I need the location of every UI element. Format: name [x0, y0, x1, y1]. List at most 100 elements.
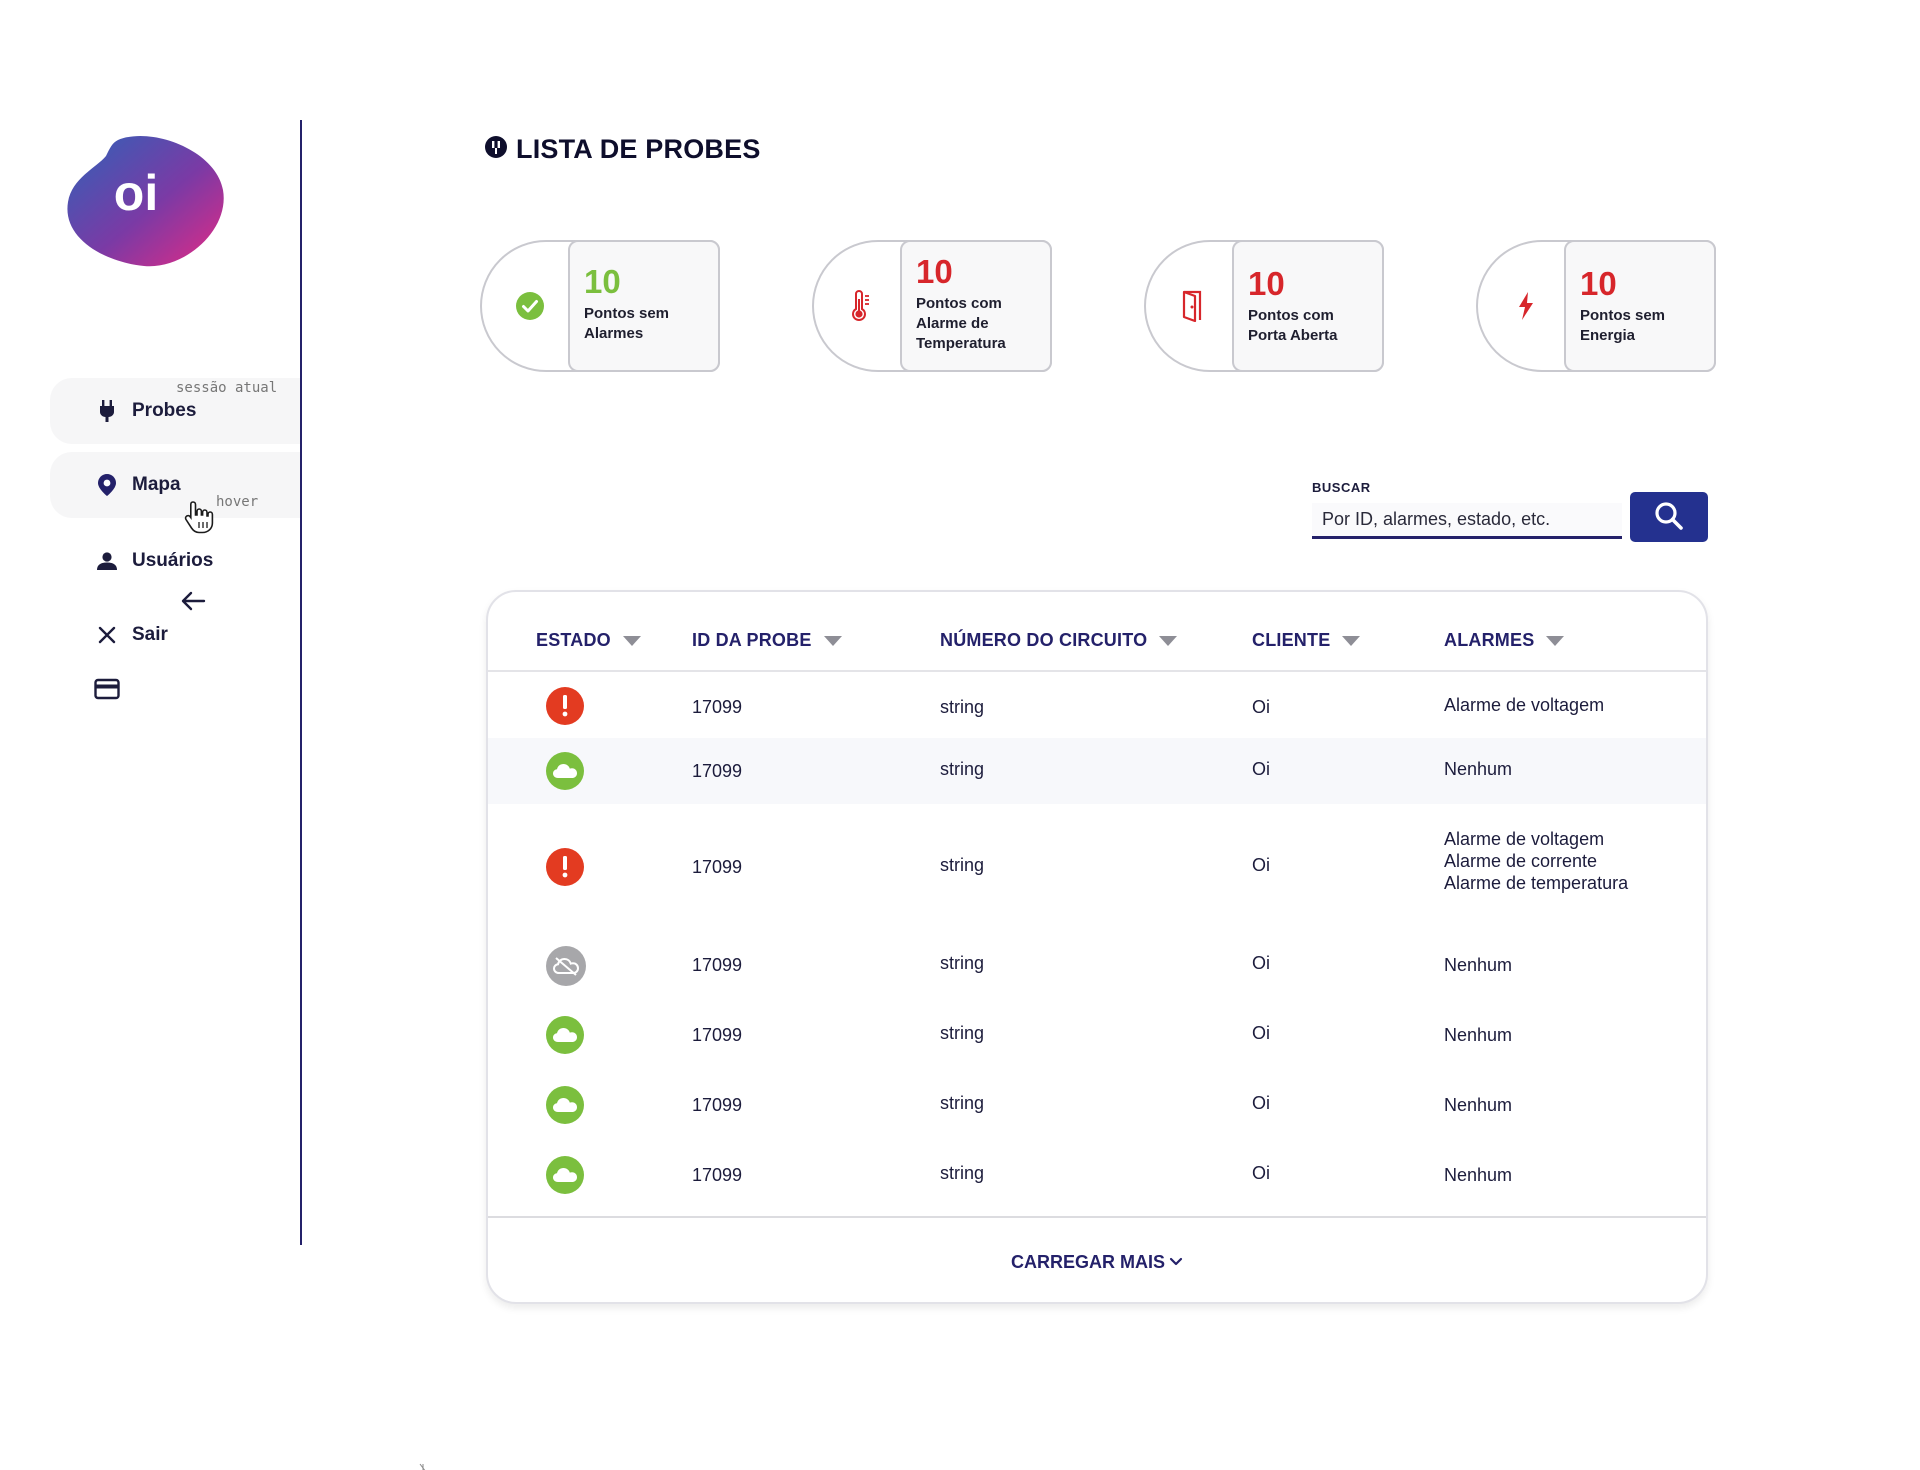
- cloud-offline-icon: [546, 946, 586, 986]
- alarms: Nenhum: [1444, 1095, 1513, 1115]
- table-row[interactable]: 17099 string Oi Nenhum: [488, 1000, 1706, 1070]
- table-footer: CARREGAR MAIS: [488, 1216, 1706, 1302]
- sidebar-item-mapa[interactable]: Mapa: [50, 452, 300, 518]
- alarms: Nenhum: [1444, 759, 1513, 779]
- client: Oi: [1252, 697, 1270, 717]
- stat-card-open-door[interactable]: 10 Pontos com Porta Aberta: [1144, 240, 1384, 372]
- circuit-number: string: [940, 1163, 985, 1183]
- client: Oi: [1252, 759, 1270, 779]
- thermometer-icon: [842, 286, 882, 326]
- hover-note: hover: [216, 494, 259, 510]
- sidebar-item-label: Sair: [132, 624, 168, 645]
- map-pin-icon: [96, 474, 118, 496]
- column-cliente[interactable]: CLIENTE: [1252, 630, 1361, 651]
- table-row[interactable]: 17099 string Oi Alarme de voltagem: [488, 674, 1706, 738]
- probe-id: 17099: [692, 857, 743, 877]
- sort-caret-icon: [1159, 635, 1178, 646]
- sidebar-divider: [300, 120, 302, 1245]
- circuit-number: string: [940, 759, 985, 779]
- stat-value: 10: [1248, 265, 1285, 302]
- sort-caret-icon: [1546, 635, 1565, 646]
- door-open-icon: [1174, 286, 1214, 326]
- circuit-number: string: [940, 1023, 985, 1043]
- client: Oi: [1252, 953, 1270, 973]
- page-title-text: LISTA DE PROBES: [516, 134, 761, 164]
- probe-id: 17099: [692, 1025, 743, 1045]
- search-label: BUSCAR: [1312, 480, 1371, 495]
- probe-id: 17099: [692, 1165, 743, 1185]
- cloud-online-icon: [546, 752, 584, 790]
- circuit-number: string: [940, 855, 985, 875]
- probe-id: 17099: [692, 955, 743, 975]
- table-row[interactable]: 17099 string Oi Nenhum: [488, 738, 1706, 804]
- cursor-mark-icon: [418, 1460, 428, 1470]
- check-circle-icon: [510, 286, 550, 326]
- sort-caret-icon: [622, 635, 641, 646]
- circuit-number: string: [940, 953, 985, 973]
- table-row[interactable]: 17099 string Oi Nenhum: [488, 930, 1706, 1000]
- sidebar-item-sair[interactable]: Sair: [50, 602, 300, 668]
- stat-label: Pontos com Alarme de Temperatura: [916, 295, 1006, 352]
- load-more-button[interactable]: CARREGAR MAIS: [1011, 1252, 1183, 1273]
- sort-caret-icon: [823, 635, 842, 646]
- sidebar-item-label: Probes: [132, 400, 197, 421]
- search-button[interactable]: [1630, 492, 1708, 542]
- sidebar-item-label: Mapa: [132, 474, 181, 495]
- sort-caret-icon: [1342, 635, 1361, 646]
- stat-value: 10: [1580, 265, 1617, 302]
- column-numero-do-circuito[interactable]: NÚMERO DO CIRCUITO: [940, 630, 1178, 651]
- plug-icon: [96, 400, 118, 422]
- circuit-number: string: [940, 697, 985, 717]
- stat-card-box: 10 Pontos com Porta Aberta: [1232, 240, 1384, 372]
- probe-id: 17099: [692, 1095, 743, 1115]
- column-id-da-probe[interactable]: ID DA PROBE: [692, 630, 842, 651]
- probe-icon: [484, 135, 508, 164]
- client: Oi: [1252, 1023, 1270, 1043]
- chevron-down-icon: [1169, 1255, 1183, 1270]
- stat-card-no-alarms[interactable]: 10 Pontos sem Alarmes: [480, 240, 720, 372]
- logo-text: oi: [114, 165, 158, 221]
- table-header: ESTADO ID DA PROBE NÚMERO DO CIRCUITO CL…: [488, 592, 1706, 672]
- stat-label: Pontos com Porta Aberta: [1248, 307, 1338, 344]
- probe-id: 17099: [692, 761, 743, 781]
- stat-value: 10: [584, 263, 621, 300]
- circuit-number: string: [940, 1093, 985, 1113]
- stat-card-temperature[interactable]: 10 Pontos com Alarme de Temperatura: [812, 240, 1052, 372]
- client: Oi: [1252, 855, 1270, 875]
- search-input[interactable]: [1312, 503, 1622, 539]
- alarms: Alarme de voltagem Alarme de corrente Al…: [1444, 829, 1629, 893]
- stat-card-no-power[interactable]: 10 Pontos sem Energia: [1476, 240, 1716, 372]
- client: Oi: [1252, 1163, 1270, 1183]
- stat-label: Pontos sem Alarmes: [584, 305, 670, 342]
- alarms: Nenhum: [1444, 1025, 1513, 1045]
- table-row[interactable]: 17099 string Oi Nenhum: [488, 1140, 1706, 1210]
- credit-card-icon[interactable]: [94, 678, 120, 700]
- sidebar-item-usuarios[interactable]: Usuários: [50, 528, 300, 594]
- stat-card-box: 10 Pontos sem Alarmes: [568, 240, 720, 372]
- table-row[interactable]: 17099 string Oi Alarme de voltagem Alarm…: [488, 804, 1706, 930]
- column-alarmes[interactable]: ALARMES: [1444, 630, 1565, 651]
- stat-card-box: 10 Pontos com Alarme de Temperatura: [900, 240, 1052, 372]
- search-icon: [1653, 500, 1685, 535]
- sidebar-item-label: Usuários: [132, 550, 214, 571]
- stat-card-box: 10 Pontos sem Energia: [1564, 240, 1716, 372]
- table-row[interactable]: 17099 string Oi Nenhum: [488, 1070, 1706, 1140]
- probe-id: 17099: [692, 697, 743, 717]
- page-title: LISTA DE PROBES: [484, 134, 761, 165]
- cloud-online-icon: [546, 1086, 584, 1124]
- alert-status-icon: [546, 687, 584, 725]
- cloud-online-icon: [546, 1156, 584, 1194]
- alert-status-icon: [546, 848, 584, 886]
- alarms: Nenhum: [1444, 1165, 1513, 1185]
- alarms: Alarme de voltagem: [1444, 695, 1605, 715]
- cloud-online-icon: [546, 1016, 584, 1054]
- stat-label: Pontos sem Energia: [1580, 307, 1666, 344]
- client: Oi: [1252, 1093, 1270, 1113]
- user-icon: [96, 550, 118, 572]
- close-icon: [96, 624, 118, 646]
- alarms: Nenhum: [1444, 955, 1513, 975]
- oi-logo: oi: [66, 132, 226, 272]
- column-estado[interactable]: ESTADO: [536, 630, 641, 651]
- lightning-icon: [1506, 286, 1546, 326]
- probes-table: ESTADO ID DA PROBE NÚMERO DO CIRCUITO CL…: [486, 590, 1708, 1304]
